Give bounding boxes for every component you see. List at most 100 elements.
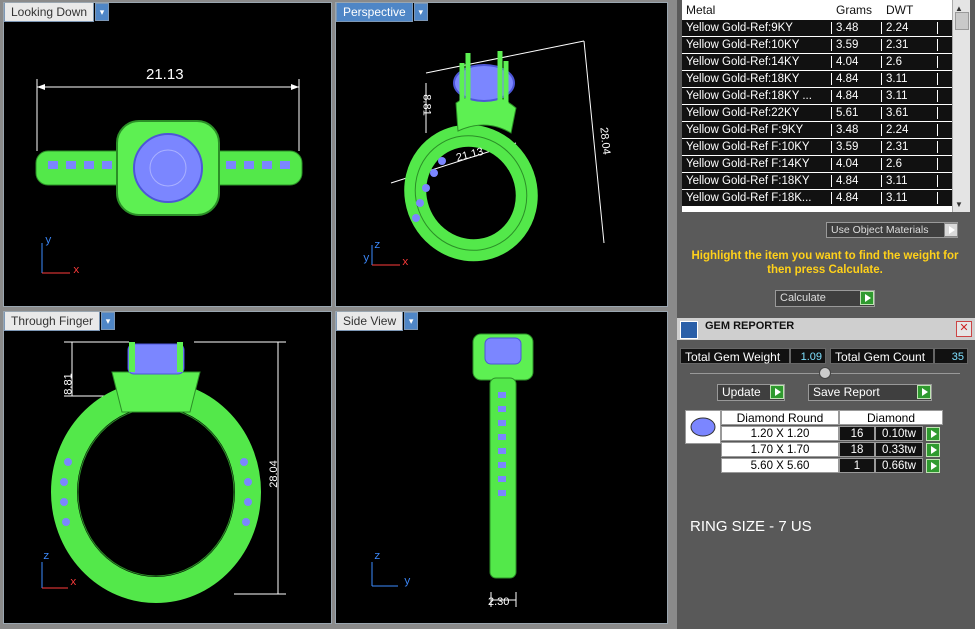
metal-table-row[interactable]: Yellow Gold-Ref F:18KY 4.84 3.11 [682, 173, 952, 190]
instruction-text: Highlight the item you want to find the … [691, 250, 959, 276]
viewport-looking-down[interactable]: Looking Down ▾ 21.13 y x [3, 2, 332, 307]
metal-name-cell: Yellow Gold-Ref:10KY [682, 39, 832, 51]
chevron-down-icon[interactable]: ▾ [413, 3, 428, 21]
diamond-round-icon [685, 410, 721, 444]
total-gem-weight-value: 1.09 [790, 348, 826, 364]
metal-table-row[interactable]: Yellow Gold-Ref:22KY 5.61 3.61 [682, 105, 952, 122]
metal-table-body: Yellow Gold-Ref:9KY 3.48 2.24 Yellow Gold-R… [682, 20, 952, 207]
axis-x-label: x [70, 577, 77, 589]
viewport-perspective[interactable]: Perspective ▾ 8.81 21.13 28.04 z y x [335, 2, 668, 307]
update-label: Update [722, 385, 761, 399]
grams-cell: 5.61 [832, 107, 882, 119]
grams-cell: 4.84 [832, 192, 882, 204]
play-arrow-icon[interactable] [926, 427, 940, 441]
dimension-width-label: 2.30 [488, 596, 510, 608]
axis-z-label: z [374, 240, 381, 252]
metal-table-row[interactable]: Yellow Gold-Ref:18KY ... 4.84 3.11 [682, 88, 952, 105]
grams-cell: 3.59 [832, 39, 882, 51]
viewport-label[interactable]: Looking Down [4, 3, 95, 22]
metal-table-row[interactable]: Yellow Gold-Ref:14KY 4.04 2.6 [682, 54, 952, 71]
dwt-cell: 3.11 [882, 175, 938, 187]
viewport-label[interactable]: Side View [336, 312, 404, 331]
metal-table-header: Metal Grams DWT [682, 0, 952, 20]
axis-y-label: y [363, 253, 370, 265]
chevron-down-icon[interactable]: ▾ [95, 3, 110, 21]
total-gem-weight-label: Total Gem Weight [680, 348, 790, 364]
grams-cell: 3.48 [832, 22, 882, 34]
gem-count-cell: 1 [839, 458, 875, 473]
viewport-tab[interactable]: Side View ▾ [336, 312, 419, 331]
viewport-tab[interactable]: Looking Down ▾ [4, 3, 110, 22]
dwt-cell: 2.31 [882, 39, 938, 51]
play-arrow-icon[interactable] [926, 443, 940, 457]
metal-name-cell: Yellow Gold-Ref:9KY [682, 22, 832, 34]
metal-name-cell: Yellow Gold-Ref:14KY [682, 56, 832, 68]
metal-table-row[interactable]: Yellow Gold-Ref:9KY 3.48 2.24 [682, 20, 952, 37]
gem-reporter-title: GEM REPORTER [705, 320, 795, 332]
slider-handle[interactable] [819, 367, 831, 379]
gem-size-cell: 1.70 X 1.70 [721, 442, 839, 457]
play-arrow-icon[interactable] [770, 385, 784, 399]
gem-size-cell: 5.60 X 5.60 [721, 458, 839, 473]
metal-table-scrollbar[interactable]: ▲ ▼ [952, 0, 970, 212]
dimension-label: 21.13 [146, 66, 184, 83]
axis-y-label: y [45, 235, 52, 247]
total-gem-count-label: Total Gem Count [830, 348, 934, 364]
chevron-down-icon[interactable]: ▾ [101, 312, 116, 330]
calculate-label: Calculate [780, 292, 826, 304]
ring-size-text: RING SIZE - 7 US [690, 518, 812, 535]
metal-name-cell: Yellow Gold-Ref F:10KY [682, 141, 832, 153]
viewport-label[interactable]: Through Finger [4, 312, 101, 331]
axis-y-label: y [404, 576, 411, 588]
metal-table-row[interactable]: Yellow Gold-Ref F:10KY 3.59 2.31 [682, 139, 952, 156]
axis-z-label: z [43, 551, 50, 563]
metal-name-cell: Yellow Gold-Ref:18KY [682, 73, 832, 85]
axis-gizmo-icon [371, 562, 398, 587]
metal-name-cell: Yellow Gold-Ref:22KY [682, 107, 832, 119]
axis-gizmo-icon [41, 243, 70, 274]
grams-cell: 4.84 [832, 73, 882, 85]
play-arrow-icon[interactable] [926, 459, 940, 473]
grams-cell: 4.04 [832, 56, 882, 68]
save-report-button[interactable]: Save Report [808, 384, 932, 401]
viewport-through-finger[interactable]: Through Finger ▾ 8.81 28.04 z x [3, 311, 332, 624]
metal-table-row[interactable]: Yellow Gold-Ref F:18K... 4.84 3.11 [682, 190, 952, 207]
column-header-grams[interactable]: Grams [832, 3, 882, 17]
gem-reporter-logo-icon [680, 321, 698, 339]
axis-x-label: x [73, 265, 80, 277]
gem-count-cell: 16 [839, 426, 875, 441]
scroll-thumb[interactable] [955, 12, 969, 30]
viewport-label[interactable]: Perspective [336, 3, 413, 22]
use-object-materials-toggle[interactable]: Use Object Materials [826, 222, 958, 238]
play-arrow-icon[interactable] [917, 385, 931, 399]
metal-table-row[interactable]: Yellow Gold-Ref:10KY 3.59 2.31 [682, 37, 952, 54]
gem-weight-cell: 0.33tw [875, 442, 923, 457]
dwt-cell: 3.11 [882, 192, 938, 204]
chevron-down-icon[interactable]: ▾ [404, 312, 419, 330]
column-header-dwt[interactable]: DWT [882, 3, 938, 17]
dwt-cell: 3.11 [882, 90, 938, 102]
play-arrow-icon[interactable] [860, 291, 874, 305]
metal-table-row[interactable]: Yellow Gold-Ref:18KY 4.84 3.11 [682, 71, 952, 88]
column-header-metal[interactable]: Metal [682, 3, 832, 17]
dwt-cell: 2.24 [882, 124, 938, 136]
checkbox-icon[interactable] [944, 223, 958, 237]
viewport-side-view[interactable]: Side View ▾ 2.30 z y [335, 311, 668, 624]
grams-cell: 4.84 [832, 175, 882, 187]
grams-cell: 4.84 [832, 90, 882, 102]
gem-column-header-shape: Diamond Round [721, 410, 839, 425]
dwt-cell: 2.24 [882, 22, 938, 34]
close-icon[interactable]: ✕ [956, 321, 972, 337]
viewport-tab[interactable]: Through Finger ▾ [4, 312, 116, 331]
metal-table[interactable]: Metal Grams DWT Yellow Gold-Ref:9KY 3.48 2… [682, 0, 952, 212]
dwt-cell: 3.11 [882, 73, 938, 85]
viewport-tab[interactable]: Perspective ▾ [336, 3, 428, 22]
metal-name-cell: Yellow Gold-Ref F:18K... [682, 192, 832, 204]
scroll-down-icon[interactable]: ▼ [955, 200, 963, 209]
metal-name-cell: Yellow Gold-Ref F:9KY [682, 124, 832, 136]
metal-table-row[interactable]: Yellow Gold-Ref F:9KY 3.48 2.24 [682, 122, 952, 139]
axis-gizmo-icon [371, 245, 400, 266]
use-object-materials-label: Use Object Materials [831, 224, 929, 236]
metal-table-row[interactable]: Yellow Gold-Ref F:14KY 4.04 2.6 [682, 156, 952, 173]
gem-column-header-type: Diamond [839, 410, 943, 425]
